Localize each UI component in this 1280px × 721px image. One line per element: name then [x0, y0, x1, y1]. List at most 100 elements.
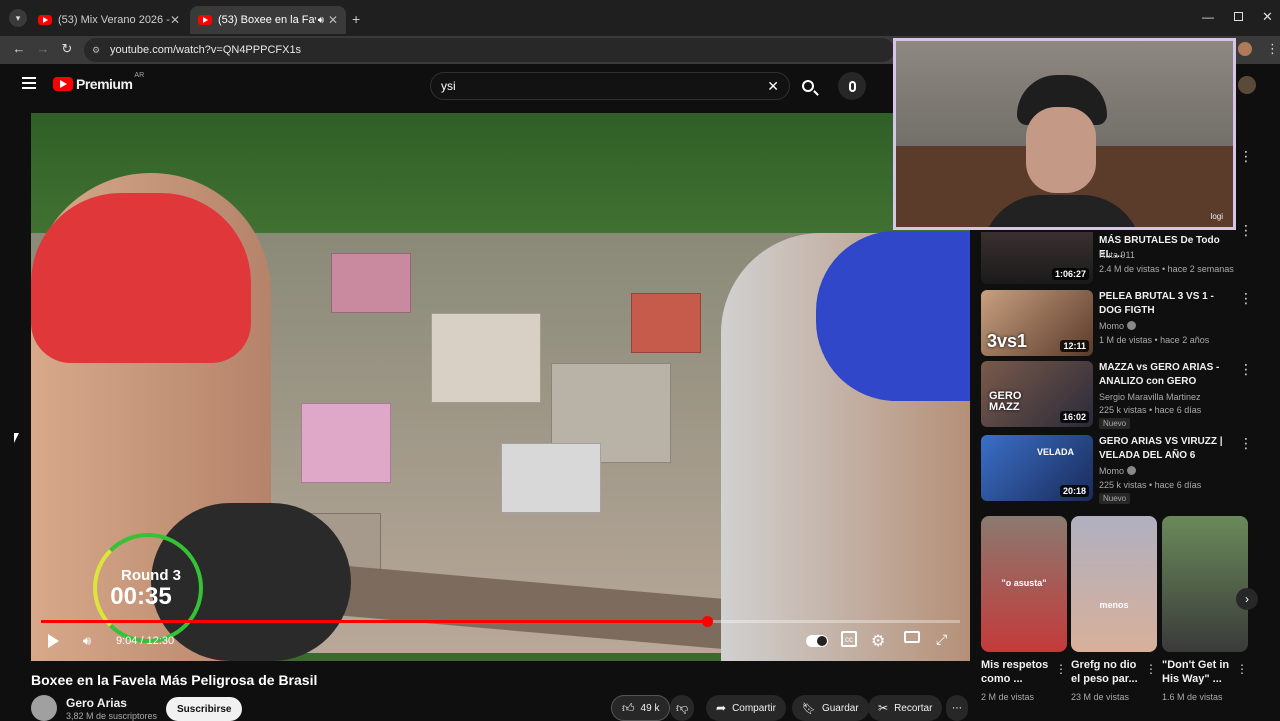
- kebab-menu-icon[interactable]: ⋮: [1239, 435, 1253, 452]
- share-label: Compartir: [732, 702, 776, 714]
- play-button[interactable]: [43, 631, 63, 651]
- video-channel[interactable]: Ruta 911: [1099, 250, 1135, 260]
- volume-button[interactable]: 🔊︎: [77, 631, 97, 651]
- settings-gear-icon[interactable]: ⚙: [871, 631, 885, 651]
- video-channel[interactable]: Momo: [1099, 321, 1137, 331]
- tab-list-button[interactable]: ▾: [9, 9, 27, 27]
- short-title[interactable]: Grefg no dio el peso par...: [1071, 658, 1145, 686]
- browser-tab-active[interactable]: (53) Boxee en la Favela Más 🔊︎ ✕: [190, 6, 346, 34]
- recommended-video[interactable]: GERO MAZZ 16:02 MAZZA vs GERO ARIAS - AN…: [981, 361, 1261, 429]
- clear-search-icon[interactable]: ✕: [767, 78, 779, 95]
- more-actions-button[interactable]: ⋯: [946, 695, 968, 721]
- short-thumbnail[interactable]: menos: [1071, 516, 1157, 652]
- back-arrow-icon[interactable]: ←: [10, 41, 28, 56]
- theater-mode-button[interactable]: [904, 631, 920, 643]
- channel-label: Momo: [1099, 321, 1125, 331]
- voice-search-button[interactable]: [838, 72, 866, 100]
- recommended-video[interactable]: VELADA 20:18 GERO ARIAS VS VIRUZZ | VELA…: [981, 435, 1261, 505]
- account-avatar[interactable]: [1238, 76, 1256, 94]
- video-meta: 2.4 M de vistas • hace 2 semanas: [1099, 264, 1234, 274]
- kebab-menu-icon[interactable]: ⋮: [1239, 361, 1253, 378]
- close-window-button[interactable]: ✕: [1262, 9, 1273, 25]
- browser-tab[interactable]: (53) Mix Verano 2026 - YouTube ✕: [30, 6, 188, 34]
- subscribe-button[interactable]: Suscribirse: [166, 697, 243, 721]
- kebab-menu-icon[interactable]: ⋮: [1236, 662, 1248, 676]
- close-tab-icon[interactable]: ✕: [170, 13, 180, 27]
- share-button[interactable]: ➦ Compartir: [706, 695, 786, 721]
- thumbnail-text: 3vs1: [987, 331, 1028, 351]
- short-title[interactable]: "Don't Get in His Way" ...: [1162, 658, 1236, 686]
- recommended-video[interactable]: 1:06:27 MÁS BRUTALES De Todo EL ... Ruta…: [981, 222, 1261, 284]
- verified-icon: [1127, 466, 1137, 475]
- channel-avatar[interactable]: [31, 695, 57, 721]
- progress-bar[interactable]: [41, 616, 960, 627]
- site-info-icon[interactable]: ⚙: [92, 45, 100, 56]
- subtitles-button[interactable]: cc: [841, 631, 857, 647]
- play-icon: [47, 634, 59, 648]
- video-frame-house: [301, 403, 391, 483]
- video-thumbnail[interactable]: 1:06:27: [981, 232, 1093, 284]
- video-player[interactable]: Round 3 00:35 🔊︎ 9:04 / 12:30 cc ⚙ ⤢: [31, 113, 970, 661]
- kebab-menu-icon[interactable]: ⋮: [1055, 662, 1067, 676]
- chevron-right-icon: ›: [1245, 592, 1249, 606]
- address-bar[interactable]: ⚙ youtube.com/watch?v=QN4PPPCFX1s: [84, 38, 894, 62]
- video-duration: 16:02: [1059, 411, 1089, 423]
- search-input[interactable]: ysi ✕: [430, 72, 790, 100]
- tab-title: (53) Mix Verano 2026 - YouTube: [58, 14, 170, 26]
- save-label: Guardar: [821, 702, 859, 714]
- video-channel[interactable]: Momo: [1099, 466, 1137, 476]
- reload-icon[interactable]: ↻: [58, 41, 76, 57]
- channel-name[interactable]: Gero Arias: [66, 696, 127, 710]
- video-channel[interactable]: Sergio Maravilla Martinez: [1099, 392, 1201, 402]
- shorts-next-button[interactable]: ›: [1236, 588, 1258, 610]
- share-icon: ➦: [716, 701, 727, 715]
- restore-window-button[interactable]: [1234, 12, 1243, 21]
- video-frame-house: [501, 443, 601, 513]
- like-button[interactable]: 👍︎ 49 k: [611, 695, 671, 721]
- round-time: 00:35: [110, 583, 172, 610]
- minimize-window-button[interactable]: —: [1202, 10, 1214, 24]
- video-thumbnail[interactable]: GERO MAZZ 16:02: [981, 361, 1093, 427]
- kebab-menu-icon[interactable]: ⋮: [1239, 290, 1253, 307]
- short-thumbnail[interactable]: "o asusta": [981, 516, 1067, 652]
- video-title[interactable]: MAZZA vs GERO ARIAS - ANALIZO con GERO: [1099, 361, 1231, 389]
- forward-arrow-icon[interactable]: →: [34, 41, 52, 56]
- short-thumbnail[interactable]: [1162, 516, 1248, 652]
- video-title[interactable]: GERO ARIAS VS VIRUZZ | VELADA DEL AÑO 6: [1099, 435, 1231, 463]
- video-title: Boxee en la Favela Más Peligrosa de Bras…: [31, 672, 318, 688]
- new-tab-button[interactable]: +: [352, 11, 360, 27]
- autoplay-toggle[interactable]: [806, 635, 828, 647]
- kebab-menu-icon[interactable]: ⋮: [1239, 148, 1253, 165]
- volume-icon: 🔊︎: [82, 633, 92, 648]
- video-thumbnail[interactable]: VELADA 20:18: [981, 435, 1093, 501]
- video-thumbnail[interactable]: 3vs1 12:11: [981, 290, 1093, 356]
- save-button[interactable]: 🔖︎ Guardar: [792, 695, 869, 721]
- clip-button[interactable]: ✂ Recortar: [868, 695, 943, 721]
- url-text: youtube.com/watch?v=QN4PPPCFX1s: [110, 44, 302, 56]
- search-button[interactable]: [790, 72, 826, 100]
- dislike-button[interactable]: 👎︎: [670, 695, 695, 721]
- short-overlay-text: menos: [1099, 600, 1129, 610]
- short-title[interactable]: Mis respetos como ...: [981, 658, 1055, 686]
- hamburger-menu-icon[interactable]: [22, 77, 36, 89]
- video-duration: 20:18: [1059, 485, 1089, 497]
- youtube-favicon-icon: [38, 15, 52, 25]
- video-frame-blue-headgear: [816, 231, 970, 401]
- profile-avatar[interactable]: [1238, 42, 1252, 56]
- more-horizontal-icon: ⋯: [952, 702, 962, 714]
- kebab-menu-icon[interactable]: ⋮: [1239, 222, 1253, 239]
- streamer-webcam: logi: [893, 38, 1236, 230]
- video-meta: 1 M de vistas • hace 2 años: [1099, 335, 1210, 345]
- youtube-premium-logo[interactable]: Premium AR: [53, 72, 144, 92]
- kebab-menu-icon[interactable]: ⋮: [1145, 662, 1157, 676]
- fullscreen-icon[interactable]: ⤢: [936, 631, 947, 648]
- recommended-video[interactable]: 3vs1 12:11 PELEA BRUTAL 3 VS 1 - DOG FIG…: [981, 290, 1261, 356]
- video-title[interactable]: PELEA BRUTAL 3 VS 1 - DOG FIGTH: [1099, 290, 1231, 318]
- short-overlay-text: "o asusta": [1001, 578, 1047, 588]
- new-badge: Nuevo: [1099, 493, 1131, 504]
- close-tab-icon[interactable]: ✕: [328, 13, 338, 27]
- short-views: 23 M de vistas: [1071, 692, 1130, 702]
- like-count: 49 k: [640, 702, 660, 714]
- audio-playing-icon[interactable]: 🔊︎: [318, 15, 324, 26]
- browser-menu-icon[interactable]: ⋮: [1266, 41, 1279, 57]
